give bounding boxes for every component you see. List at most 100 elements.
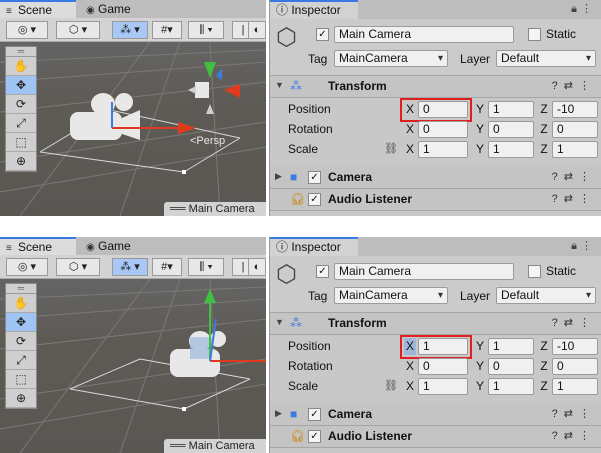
link-icon[interactable]: ⛓ [384, 141, 398, 158]
preset-icon[interactable]: ⇄ [564, 80, 579, 92]
gizmo-toggle[interactable]: ⁂ ▾ [112, 21, 148, 39]
scale-x-label[interactable]: X [404, 378, 416, 395]
transform-icon[interactable]: ⊕ [6, 152, 36, 171]
tab-inspector[interactable]: ⓘ Inspector [270, 0, 358, 19]
camera-gizmo[interactable] [70, 93, 196, 140]
camera-enabled-checkbox[interactable]: ✓ [308, 171, 321, 184]
kebab-icon[interactable]: ⋮ [579, 430, 596, 442]
audio-enabled-checkbox[interactable]: ✓ [308, 193, 321, 206]
scale-z-field[interactable]: 1 [552, 378, 598, 395]
hand-icon[interactable]: ✋ [6, 57, 36, 76]
collapse-icon[interactable]: ▼ [275, 80, 284, 90]
preset-icon[interactable]: ⇄ [564, 430, 579, 442]
hand-icon[interactable]: ✋ [6, 294, 36, 313]
rotation-x-field[interactable]: 0 [418, 121, 468, 138]
snap-dropdown[interactable]: ⫼ ▾ [188, 258, 224, 276]
preset-icon[interactable]: ⇄ [564, 193, 579, 205]
tab-game[interactable]: ◉ Game [80, 0, 150, 18]
tab-scene[interactable]: ≡ Scene [0, 0, 76, 18]
camera-enabled-checkbox[interactable]: ✓ [308, 408, 321, 421]
rotation-x-field[interactable]: 0 [418, 358, 468, 375]
position-z-field[interactable]: -10 [552, 338, 598, 355]
transform-header[interactable]: ▼ ⁂ Transform ?⇄⋮ [270, 313, 601, 335]
preset-icon[interactable]: ⇄ [564, 317, 579, 329]
persp-label[interactable]: <Persp [190, 135, 225, 147]
static-checkbox[interactable] [528, 265, 541, 278]
gizmo-toggle[interactable]: ⁂ ▾ [112, 258, 148, 276]
tab-inspector[interactable]: ⓘ Inspector [270, 237, 358, 256]
position-y-label[interactable]: Y [474, 338, 486, 355]
rotation-y-field[interactable]: 0 [488, 358, 534, 375]
scale-icon[interactable]: ⤢ [6, 114, 36, 133]
kebab-icon[interactable]: ⋮ [579, 80, 596, 92]
kebab-icon[interactable]: ⋮ [579, 193, 596, 205]
rotation-z-label[interactable]: Z [538, 121, 550, 138]
active-checkbox[interactable]: ✓ [316, 28, 329, 41]
grid-toggle[interactable]: #▾ [152, 21, 182, 39]
position-y-label[interactable]: Y [474, 101, 486, 118]
camera-component-header[interactable]: ▶ ■ ✓ Camera ?⇄⋮ [270, 404, 601, 426]
help-icon[interactable]: ? [552, 171, 564, 183]
rotation-z-field[interactable]: 0 [552, 358, 598, 375]
rotation-y-field[interactable]: 0 [488, 121, 534, 138]
kebab-icon[interactable]: ⋮ [581, 240, 596, 252]
audio-listener-header[interactable]: 🎧︎ ✓ Audio Listener ?⇄⋮ [270, 426, 601, 448]
static-checkbox[interactable] [528, 28, 541, 41]
scale-y-field[interactable]: 1 [488, 378, 534, 395]
tag-dropdown[interactable]: MainCamera [334, 50, 448, 67]
camera-settings-icon[interactable]: ◐ [248, 258, 266, 276]
scene-viewport[interactable]: ═ ✋ ✥ ⟳ ⤢ ⬚ ⊕ <Persp ══ Main Camera [0, 42, 266, 216]
preset-icon[interactable]: ⇄ [564, 171, 579, 183]
camera-component-header[interactable]: ▶ ■ ✓ Camera ?⇄⋮ [270, 167, 601, 189]
inspector-tab-icons[interactable]: 🔒︎⋮ [571, 2, 596, 16]
scale-x-field[interactable]: 1 [418, 141, 468, 158]
grid-toggle[interactable]: #▾ [152, 258, 182, 276]
audio-enabled-checkbox[interactable]: ✓ [308, 430, 321, 443]
scale-y-label[interactable]: Y [474, 378, 486, 395]
help-icon[interactable]: ? [552, 408, 564, 420]
transform-icon[interactable]: ⊕ [6, 389, 36, 408]
tab-game[interactable]: ◉ Game [80, 237, 150, 255]
rotation-x-label[interactable]: X [404, 121, 416, 138]
lock-icon[interactable]: 🔒︎ [571, 240, 581, 252]
position-z-label[interactable]: Z [538, 338, 550, 355]
position-y-field[interactable]: 1 [488, 338, 534, 355]
rotate-icon[interactable]: ⟳ [6, 95, 36, 114]
help-icon[interactable]: ? [552, 193, 564, 205]
kebab-icon[interactable]: ⋮ [581, 3, 596, 15]
rect-icon[interactable]: ⬚ [6, 133, 36, 152]
help-icon[interactable]: ? [552, 80, 564, 92]
position-z-label[interactable]: Z [538, 101, 550, 118]
help-icon[interactable]: ? [552, 430, 564, 442]
kebab-icon[interactable]: ⋮ [579, 171, 596, 183]
scale-x-label[interactable]: X [404, 141, 416, 158]
scale-x-field[interactable]: 1 [418, 378, 468, 395]
draw-mode-dropdown[interactable]: ◎ ▾ [6, 258, 48, 276]
name-field[interactable]: Main Camera [334, 263, 514, 280]
position-z-field[interactable]: -10 [552, 101, 598, 118]
kebab-icon[interactable]: ⋮ [579, 317, 596, 329]
rotation-z-field[interactable]: 0 [552, 121, 598, 138]
move-icon[interactable]: ✥ [6, 76, 36, 95]
position-y-field[interactable]: 1 [488, 101, 534, 118]
scale-z-label[interactable]: Z [538, 378, 550, 395]
scale-z-field[interactable]: 1 [552, 141, 598, 158]
lock-icon[interactable]: 🔒︎ [571, 3, 581, 15]
palette-grip[interactable]: ═ [6, 284, 36, 294]
rect-icon[interactable]: ⬚ [6, 370, 36, 389]
collapse-icon[interactable]: ▼ [275, 317, 284, 327]
link-icon[interactable]: ⛓ [384, 378, 398, 395]
kebab-icon[interactable]: ⋮ [579, 408, 596, 420]
audio-listener-header[interactable]: 🎧︎ ✓ Audio Listener ?⇄⋮ [270, 189, 601, 211]
active-checkbox[interactable]: ✓ [316, 265, 329, 278]
layer-dropdown[interactable]: Default [496, 50, 596, 67]
rotation-z-label[interactable]: Z [538, 358, 550, 375]
name-field[interactable]: Main Camera [334, 26, 514, 43]
render-mode-dropdown[interactable]: ⬡ ▾ [56, 258, 100, 276]
rotate-icon[interactable]: ⟳ [6, 332, 36, 351]
scale-icon[interactable]: ⤢ [6, 351, 36, 370]
expand-icon[interactable]: ▶ [275, 171, 282, 182]
palette-grip[interactable]: ═ [6, 47, 36, 57]
tag-dropdown[interactable]: MainCamera [334, 287, 448, 304]
move-icon[interactable]: ✥ [6, 313, 36, 332]
